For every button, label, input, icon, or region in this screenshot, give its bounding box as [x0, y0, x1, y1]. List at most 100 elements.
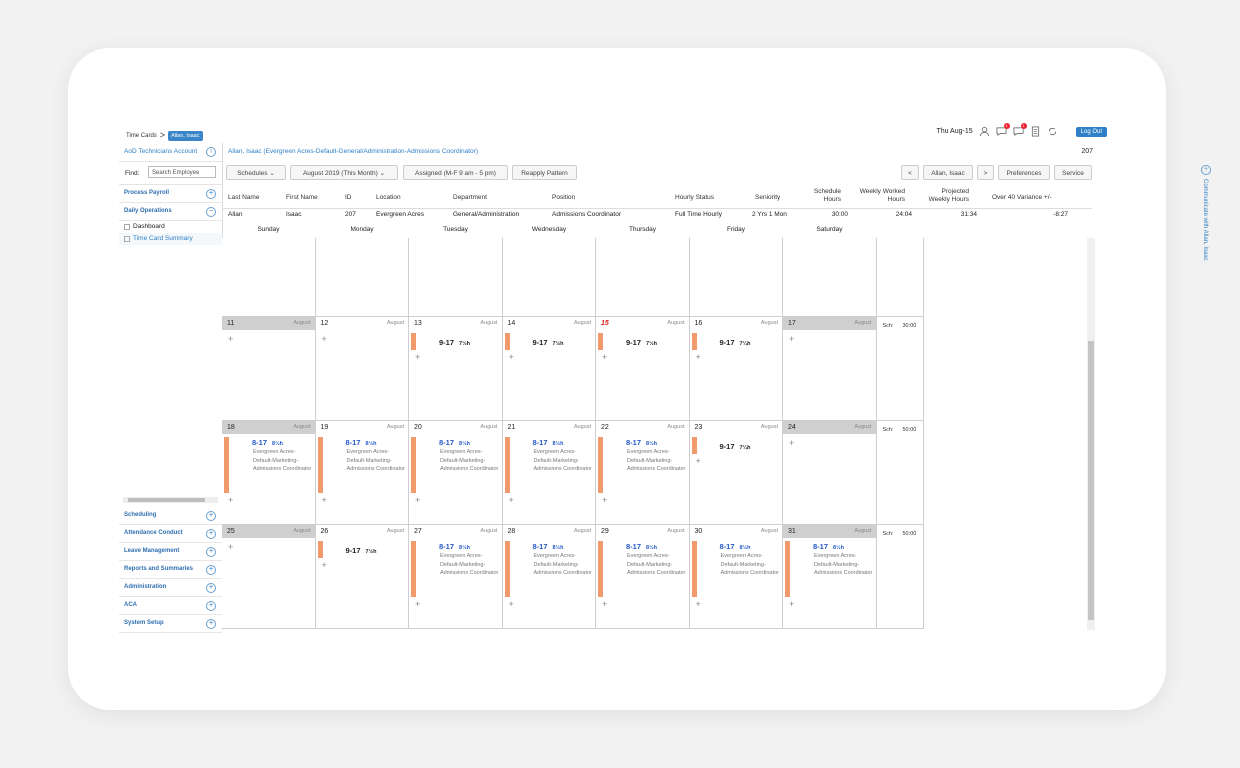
calendar-day-cell[interactable]: 25 August +: [222, 525, 316, 629]
add-shift-icon[interactable]: +: [228, 334, 233, 344]
calendar-day-cell[interactable]: 18 August 8-17 8½h Evergreen Acres-Default-M…: [222, 421, 316, 525]
calendar-day-cell[interactable]: 13 August 9-17 7½h +: [409, 317, 503, 421]
shift-bar[interactable]: [598, 541, 603, 597]
calendar-day-cell[interactable]: 29 August 8-17 8½h Evergreen Acres-Default-M…: [596, 525, 690, 629]
shift-entry[interactable]: 9-17 7½h: [626, 338, 657, 347]
shift-entry[interactable]: 9-17 7½h: [346, 546, 377, 555]
nav-process-payroll[interactable]: Process Payroll +: [119, 185, 222, 203]
calendar-day-cell[interactable]: 27 August 8-17 8½h Evergreen Acres-Default-M…: [409, 525, 503, 629]
add-icon[interactable]: +: [1201, 165, 1211, 175]
account-selector[interactable]: AoD Technicians Account i: [119, 143, 222, 162]
calendar-day-cell[interactable]: [222, 238, 316, 317]
calendar-day-cell[interactable]: 15 August 9-17 7½h +: [596, 317, 690, 421]
add-shift-icon[interactable]: +: [789, 599, 794, 609]
calendar-day-cell[interactable]: 11 August +: [222, 317, 316, 421]
add-shift-icon[interactable]: +: [509, 495, 514, 505]
shift-entry[interactable]: 8-17 8½h: [439, 542, 470, 551]
nav-reports-summaries[interactable]: Reports and Summaries +: [119, 561, 222, 579]
calendar-day-cell[interactable]: 12 August +: [315, 317, 409, 421]
calendar-day-cell[interactable]: 24 August +: [783, 421, 877, 525]
communicate-panel-toggle[interactable]: + Communicate with Allan, Isaac: [1200, 165, 1212, 275]
add-shift-icon[interactable]: +: [415, 495, 420, 505]
shift-entry[interactable]: 8-17 8½h: [720, 542, 751, 551]
add-shift-icon[interactable]: +: [228, 542, 233, 552]
add-shift-icon[interactable]: +: [789, 438, 794, 448]
add-shift-icon[interactable]: +: [415, 352, 420, 362]
expand-icon[interactable]: +: [206, 189, 216, 199]
calendar-day-cell[interactable]: 16 August 9-17 7¼h +: [689, 317, 783, 421]
calendar-day-cell[interactable]: [409, 238, 503, 317]
col-over40-variance[interactable]: Over 40 Variance +/-: [992, 194, 1052, 201]
nav-leave-management[interactable]: Leave Management +: [119, 543, 222, 561]
col-schedule-hours[interactable]: Schedule Hours: [805, 188, 841, 204]
add-shift-icon[interactable]: +: [509, 352, 514, 362]
shift-entry[interactable]: 8-17 8½h: [626, 542, 657, 551]
col-hourly-status[interactable]: Hourly Status: [675, 194, 714, 201]
user-icon[interactable]: [979, 126, 990, 137]
expand-icon[interactable]: +: [206, 511, 216, 521]
next-employee-button[interactable]: >: [977, 165, 994, 180]
add-shift-icon[interactable]: +: [789, 334, 794, 344]
shift-entry[interactable]: 8-17 8½h: [252, 438, 283, 447]
col-id[interactable]: ID: [345, 194, 352, 201]
nav-attendance-conduct[interactable]: Attendance Conduct +: [119, 525, 222, 543]
col-location[interactable]: Location: [376, 194, 401, 201]
calendar-day-cell[interactable]: 19 August 8-17 8½h Evergreen Acres-Default-M…: [315, 421, 409, 525]
nav-administration[interactable]: Administration +: [119, 579, 222, 597]
calendar-day-cell[interactable]: [315, 238, 409, 317]
alert-icon[interactable]: 1: [1013, 123, 1027, 137]
shift-entry[interactable]: 8-17 8½h: [439, 438, 470, 447]
shift-entry[interactable]: 8-17 8½h: [533, 542, 564, 551]
nav-scheduling[interactable]: Scheduling +: [119, 507, 222, 525]
shift-entry[interactable]: 8-17 8½h: [626, 438, 657, 447]
add-shift-icon[interactable]: +: [415, 599, 420, 609]
expand-icon[interactable]: +: [206, 547, 216, 557]
scrollbar-thumb[interactable]: [128, 498, 205, 502]
collapse-icon[interactable]: −: [206, 207, 216, 217]
employee-search-input[interactable]: Search Employee: [148, 166, 216, 178]
shift-bar[interactable]: [504, 541, 510, 597]
logout-button[interactable]: Log Out: [1075, 126, 1107, 137]
shift-bar[interactable]: [504, 333, 510, 350]
shift-bar[interactable]: [691, 541, 697, 597]
col-projected-weekly[interactable]: Projected Weekly Hours: [912, 188, 969, 204]
reapply-pattern-button[interactable]: Reapply Pattern: [512, 165, 577, 180]
shift-bar[interactable]: [691, 333, 697, 350]
add-shift-icon[interactable]: +: [696, 352, 701, 362]
add-shift-icon[interactable]: +: [228, 495, 233, 505]
add-shift-icon[interactable]: +: [322, 334, 327, 344]
col-weekly-worked[interactable]: Weekly Worked Hours: [852, 188, 905, 204]
calendar-day-cell[interactable]: 23 August 9-17 7¼h +: [689, 421, 783, 525]
nav-time-card-summary[interactable]: Time Card Summary: [119, 233, 222, 245]
calendar-vertical-scrollbar[interactable]: [1087, 238, 1095, 630]
shift-bar[interactable]: [691, 437, 697, 454]
calendar-day-cell[interactable]: 22 August 8-17 8½h Evergreen Acres-Default-M…: [596, 421, 690, 525]
nav-daily-operations[interactable]: Daily Operations −: [119, 203, 222, 221]
service-button[interactable]: Service: [1054, 165, 1092, 180]
shift-bar[interactable]: [598, 437, 603, 493]
employee-selector[interactable]: Allan, Isaac: [923, 165, 973, 180]
shift-bar[interactable]: [785, 541, 790, 597]
calendar-day-cell[interactable]: 14 August 9-17 7½h +: [502, 317, 596, 421]
document-icon[interactable]: [1030, 126, 1041, 137]
shift-entry[interactable]: 8-17 8½h: [813, 542, 844, 551]
sidebar-horizontal-scrollbar[interactable]: [123, 497, 218, 503]
calendar-day-cell[interactable]: [689, 238, 783, 317]
breadcrumb-root[interactable]: Time Cards: [126, 133, 157, 139]
assigned-pattern-button[interactable]: Assigned (M-F 9 am - 5 pm): [403, 165, 508, 180]
expand-icon[interactable]: +: [206, 601, 216, 611]
shift-bar[interactable]: [598, 333, 603, 350]
schedules-dropdown[interactable]: Schedules ⌄: [226, 165, 286, 180]
add-shift-icon[interactable]: +: [696, 456, 701, 466]
shift-bar[interactable]: [411, 541, 416, 597]
add-shift-icon[interactable]: +: [602, 352, 607, 362]
prev-employee-button[interactable]: <: [901, 165, 919, 180]
scrollbar-thumb[interactable]: [1088, 341, 1094, 620]
calendar-day-cell[interactable]: 20 August 8-17 8½h Evergreen Acres-Default-M…: [409, 421, 503, 525]
chat-icon[interactable]: 1: [996, 123, 1010, 137]
add-shift-icon[interactable]: +: [322, 560, 327, 570]
nav-system-setup[interactable]: System Setup +: [119, 615, 222, 633]
shift-entry[interactable]: 8-17 8½h: [533, 438, 564, 447]
refresh-icon[interactable]: [1047, 126, 1058, 137]
add-shift-icon[interactable]: +: [696, 599, 701, 609]
